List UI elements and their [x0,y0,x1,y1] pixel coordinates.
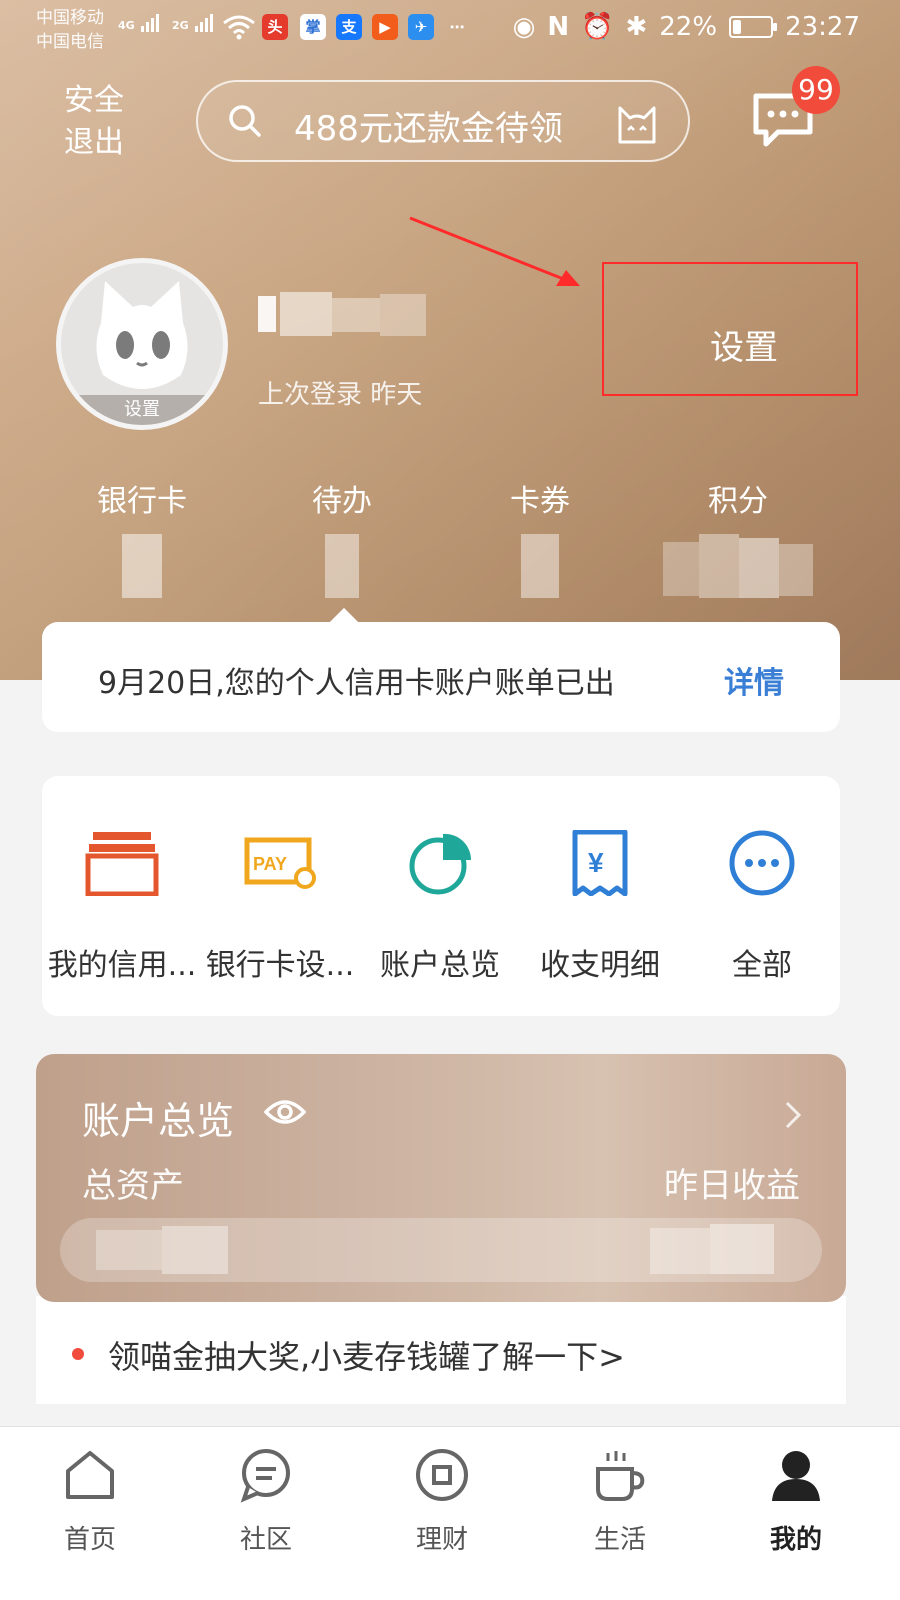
tab-profile[interactable]: 我的 [736,1447,856,1556]
more-notifications-icon: ⋯ [449,18,465,36]
last-login-text: 上次登录 昨天 [258,380,423,410]
status-right: ◉ N ⏰ ✱ 22% 23:27 [513,12,860,42]
stat-coupons[interactable]: 卡券 [460,476,620,598]
promo-banner[interactable]: 领喵金抽大奖,小麦存钱罐了解一下> [36,1296,846,1404]
stat-value-blurred [663,534,813,598]
settings-label: 设置 [710,328,778,368]
tab-label: 理财 [415,1525,468,1555]
quick-actions-panel: 我的信用... PAY 银行卡设... 账户总览 ¥ 收支明细 全部 [42,776,840,1016]
quick-action-label: 账户总览 [380,948,500,983]
stat-bank-cards[interactable]: 银行卡 [62,476,222,598]
total-assets-label: 总资产 [82,1166,184,1206]
overview-title: 账户总览 [82,1099,235,1143]
nfc-icon: N [547,12,570,42]
stat-value-blurred [325,534,359,598]
community-icon [240,1449,290,1503]
tab-label: 生活 [593,1525,646,1555]
stat-label: 待办 [312,484,372,519]
chevron-right-icon [785,1101,802,1129]
home-icon [66,1451,114,1499]
promo-dot [72,1348,84,1360]
username-blurred [258,292,428,338]
more-icon [729,830,795,896]
signal-bars-icon [140,14,161,32]
quick-action-all[interactable]: 全部 [682,830,842,984]
tab-label: 首页 [63,1525,116,1555]
stat-points[interactable]: 积分 [658,476,818,598]
signal-bars-icon [194,14,215,32]
quick-action-account-overview[interactable]: 账户总览 [360,830,520,984]
stat-value-blurred [122,534,162,598]
alarm-icon: ⏰ [581,12,614,42]
app-icon-2: 掌 [300,14,326,40]
avatar[interactable]: 设置 [56,258,228,430]
pay-card-icon: PAY [244,837,316,889]
stat-label: 卡券 [510,484,570,519]
notice-details-link[interactable]: 详情 [724,658,784,702]
quick-action-label: 收支明细 [540,948,660,983]
quick-action-credit-card[interactable]: 我的信用... [42,830,202,984]
battery-level [733,20,741,34]
tab-home[interactable]: 首页 [30,1447,150,1556]
svg-text:¥: ¥ [588,847,604,878]
quick-action-label: 银行卡设... [205,948,355,983]
signal-1: 4G [118,14,161,32]
promo-text: 领喵金抽大奖,小麦存钱罐了解一下> [108,1338,625,1376]
video-app-icon: ▶ [372,14,398,40]
eye-icon[interactable] [264,1098,306,1126]
battery-icon [729,16,778,38]
search-placeholder: 488元还款金待领 [294,109,563,149]
quick-action-label: 我的信用... [47,948,197,983]
status-bar: 中国移动 中国电信 4G 2G 头 掌 支 ▶ ✈ ⋯ ◉ N ⏰ ✱ 22% … [0,0,900,60]
life-icon [596,1451,645,1501]
message-badge: 99 [792,66,840,114]
overview-values-blurred [60,1218,822,1282]
pie-chart-icon [409,833,472,895]
tab-finance[interactable]: 理财 [382,1447,502,1556]
bluetooth-icon: ✱ [625,12,648,42]
search-bar[interactable]: 488元还款金待领 [196,80,690,162]
avatar-label: 设置 [61,395,223,425]
yesterday-yield-label: 昨日收益 [664,1166,800,1206]
carrier-info: 中国移动 中国电信 [36,6,104,54]
bill-notice-card[interactable]: 9月20日,您的个人信用卡账户账单已出 详情 [42,622,840,732]
notice-text: 9月20日,您的个人信用卡账户账单已出 [98,666,615,701]
carrier-2: 中国电信 [36,32,104,52]
tab-label: 我的 [769,1525,822,1555]
stat-label: 银行卡 [97,484,187,519]
tab-community[interactable]: 社区 [206,1447,326,1556]
profile-icon [772,1451,820,1501]
battery-percent: 22% [659,12,718,42]
bottom-tab-bar: 首页 社区 理财 生活 我的 [0,1426,900,1600]
logout-button[interactable]: 安全退出 [64,80,132,164]
stat-todo[interactable]: 待办 [262,476,422,598]
search-icon [229,105,261,137]
settings-button[interactable]: 设置 [602,262,858,396]
quick-action-label: 全部 [732,948,792,983]
carrier-1: 中国移动 [36,8,104,28]
credit-card-icon [85,832,159,897]
receipt-icon: ¥ [572,829,628,897]
finance-icon [416,1449,468,1501]
svg-text:PAY: PAY [253,854,287,874]
quick-action-transactions[interactable]: ¥ 收支明细 [520,829,680,984]
alipay-icon: 支 [336,14,362,40]
eye-comfort-icon: ◉ [512,12,536,42]
quick-action-bank-card-settings[interactable]: PAY 银行卡设... [200,830,360,984]
cat-mascot-icon [618,106,656,144]
clock: 23:27 [785,12,860,42]
account-overview-card[interactable]: 账户总览 总资产 昨日收益 [36,1054,846,1302]
wifi-icon [223,15,255,40]
news-app-icon: 头 [262,14,288,40]
dingtalk-icon: ✈ [408,14,434,40]
signal-2: 2G [172,14,215,32]
tab-label: 社区 [239,1525,292,1555]
stat-label: 积分 [708,484,768,519]
stat-value-blurred [521,534,559,598]
tab-life[interactable]: 生活 [560,1447,680,1556]
